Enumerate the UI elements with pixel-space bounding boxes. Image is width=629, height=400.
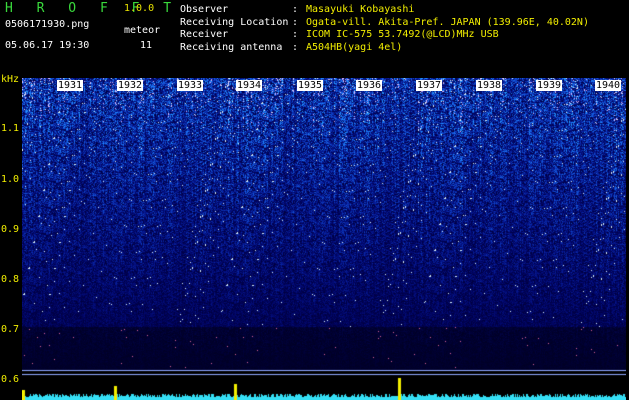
y-tick-label: 0.7 (1, 324, 20, 335)
x-tick-label: 1937 (416, 80, 443, 91)
info-value: Ogata-vill. Akita-Pref. JAPAN (139.96E, … (306, 16, 589, 28)
spectrogram-canvas (22, 78, 626, 400)
y-tick-label: 0.8 (1, 274, 20, 285)
file-name: 0506171930.png (5, 19, 90, 30)
y-tick-label: 1.0 (1, 174, 20, 185)
x-tick-label: 1936 (356, 80, 383, 91)
x-tick-label: 1932 (117, 80, 144, 91)
info-value: ICOM IC-575 53.7492(@LCD)MHz USB (306, 29, 499, 40)
meteor-label: meteor (124, 25, 161, 36)
info-row-observer: Observer: Masayuki Kobayashi (180, 4, 415, 15)
x-tick-label: 1940 (595, 80, 622, 91)
app-version: 1.0.0 (124, 3, 155, 14)
y-tick-label: 0.9 (1, 224, 20, 235)
info-row-receiver: Receiver: ICOM IC-575 53.7492(@LCD)MHz US… (180, 29, 499, 40)
x-tick-label: 1933 (177, 80, 204, 91)
info-row-location: Receiving Location: Ogata-vill. Akita-Pre… (180, 16, 589, 28)
info-key: Receiver (180, 29, 229, 40)
x-tick-label: 1935 (297, 80, 324, 91)
y-tick-label: 0.6 (1, 374, 20, 385)
x-tick-label: 1939 (536, 80, 563, 91)
info-key: Receiving Location (180, 16, 289, 28)
y-axis-unit: kHz (1, 74, 20, 85)
x-tick-label: 1938 (476, 80, 503, 91)
y-tick-label: 1.1 (1, 123, 20, 134)
station-info: Observer: Masayuki Kobayashi Receiving Lo… (180, 4, 589, 54)
info-key: Observer (180, 4, 229, 15)
capture-datetime: 05.06.17 19:30 (5, 40, 90, 51)
info-value: Masayuki Kobayashi (306, 4, 415, 15)
info-row-antenna: Receiving antenna: A504HB(yagi 4el) (180, 41, 403, 53)
info-key: Receiving antenna (180, 41, 283, 53)
x-tick-label: 1934 (236, 80, 263, 91)
x-tick-label: 1931 (57, 80, 84, 91)
header-panel: H R O F F T 1.0.0 0506171930.png meteor … (0, 0, 629, 78)
info-value: A504HB(yagi 4el) (306, 41, 403, 53)
meteor-count: 11 (140, 40, 153, 51)
